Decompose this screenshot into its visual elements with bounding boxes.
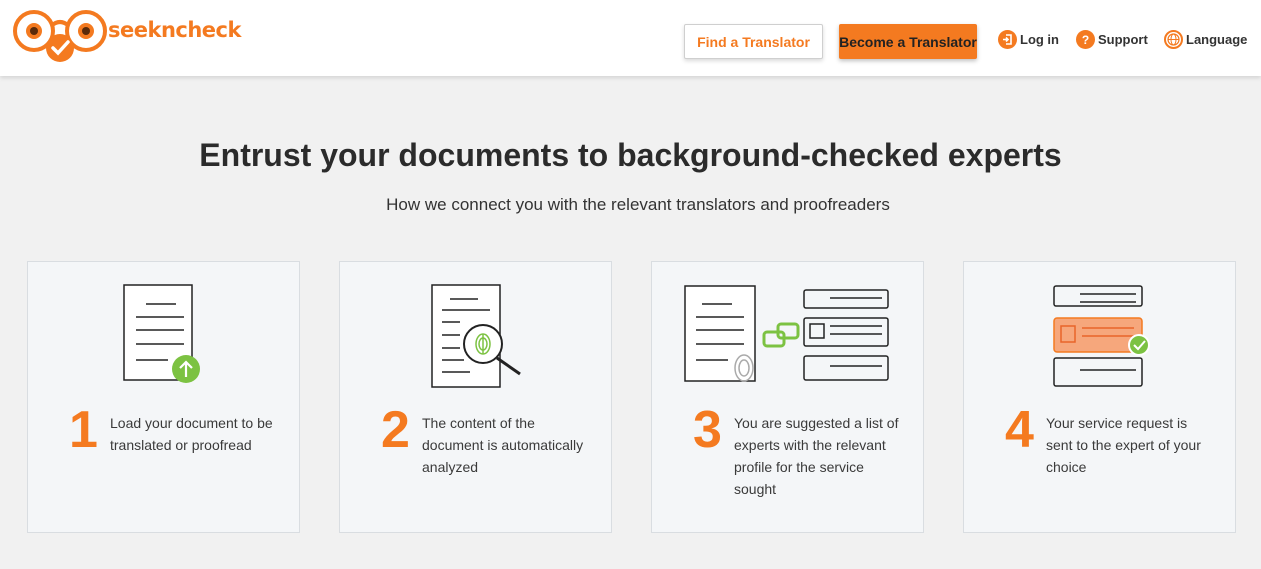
language-label: Language [1186,32,1248,47]
globe-icon [1164,30,1183,49]
support-link[interactable]: ? Support [1076,30,1148,49]
step-number: 3 [693,401,722,459]
expert-selected-icon [1053,285,1150,387]
step-description: The content of the document is automatic… [422,415,584,475]
document-match-experts-icon [684,285,889,382]
page-subtitle: How we connect you with the relevant tra… [386,195,890,214]
step-card-4: 4 Your service request is sent to the ex… [963,261,1236,533]
step-card-3: 3 You are suggested a list of experts wi… [651,261,924,533]
login-link[interactable]: Log in [998,30,1059,49]
step-description: Your service request is sent to the expe… [1046,415,1201,475]
step-description: Load your document to be translated or p… [110,415,273,453]
step-card-1: 1 Load your document to be translated or… [27,261,300,533]
step-card-2: 2 The content of the document is automat… [339,261,612,533]
document-analyze-icon [431,284,521,388]
site-header: seekncheck Find a Translator Become a Tr… [0,0,1261,76]
step-description: You are suggested a list of experts with… [734,415,899,497]
become-translator-button[interactable]: Become a Translator [839,24,977,59]
login-icon [998,30,1017,49]
question-icon: ? [1076,30,1095,49]
step-number: 2 [381,401,410,459]
logo-wordmark[interactable]: seekncheck [108,18,241,42]
document-upload-icon [123,284,200,383]
support-label: Support [1098,32,1148,47]
find-translator-button[interactable]: Find a Translator [684,24,823,59]
login-label: Log in [1020,32,1059,47]
step-number: 1 [69,401,98,459]
page-title: Entrust your documents to background-che… [199,137,1062,173]
language-selector[interactable]: Language [1164,30,1247,49]
step-number: 4 [1005,401,1034,459]
